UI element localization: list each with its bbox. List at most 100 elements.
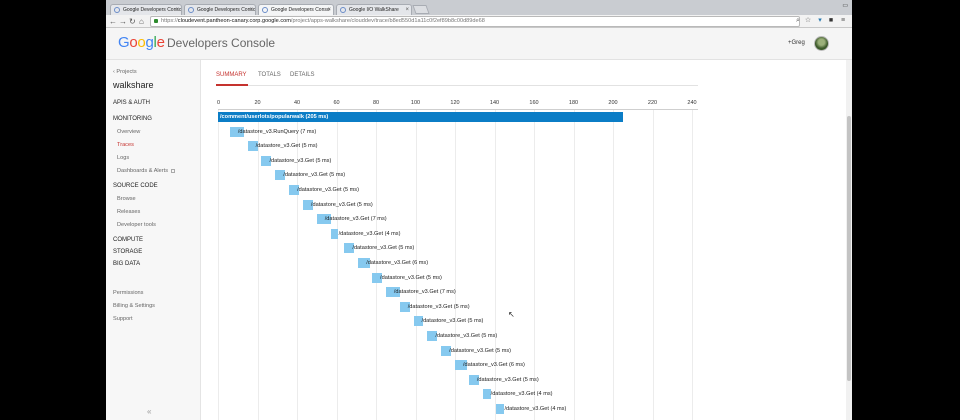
mouse-cursor-icon: ↖ [508,310,515,319]
collapse-sidebar-icon[interactable]: « [147,407,151,416]
span-bar[interactable] [482,389,491,400]
x-tick-label: 120 [450,100,460,106]
search-icon[interactable]: ⌕ [794,17,802,25]
sidebar-item-support[interactable]: Support [113,316,133,322]
sidebar: ‹ Projects walkshare APIS & AUTH MONITOR… [106,60,201,420]
menu-icon[interactable]: ≡ [839,17,847,25]
tab-totals[interactable]: TOTALS [258,72,281,78]
sidebar-item-storage[interactable]: STORAGE [113,249,142,255]
span-label: /datastore_v3.Get (5 ms) [283,172,346,179]
tab-summary[interactable]: SUMMARY [216,72,247,78]
sidebar-item-browse[interactable]: Browse [117,196,136,202]
main-content: SUMMARY TOTALS DETAILS 0 20 40 60 80 100 120 14… [201,60,852,420]
gridline [455,110,456,420]
gridline [494,110,496,420]
sidebar-item-source-code[interactable]: SOURCE CODE [113,183,158,189]
console-header: Google Developers Console +Greg [106,28,852,60]
x-axis-line [218,109,698,110]
span-label: /datastore_v3.Get (7 ms) [324,216,387,223]
x-tick-label: 80 [372,100,380,106]
avatar[interactable] [814,36,829,51]
x-tick-label: 220 [647,100,658,106]
sidebar-item-overview[interactable]: Overview [117,129,140,135]
span-label: /datastore_v3.Get (4 ms) [338,230,401,237]
span-bar[interactable] [330,228,339,239]
trace-timeline-chart: 0 20 40 60 80 100 120 140 160 180 200 220 240/commen… [217,98,698,420]
close-tab-icon[interactable]: × [175,5,179,15]
x-tick-label: 100 [410,100,421,106]
x-tick-label: 160 [529,100,539,106]
external-link-icon [171,168,175,173]
span-label: /datastore_v3.Get (5 ms) [407,303,470,310]
project-name: walkshare [113,80,154,90]
extension-icon[interactable]: ▾ [816,17,824,25]
close-tab-icon[interactable]: × [249,5,253,15]
favicon-icon [114,7,120,13]
gridline [534,110,535,420]
forward-arrow-icon[interactable]: → [119,15,127,28]
browser-tab-label: Google Developers Conso [123,7,182,13]
gridline [573,110,575,420]
address-bar[interactable]: https://cloudevent.pantheon-canary.corp.… [150,16,800,27]
extension-icon-2[interactable]: ■ [827,17,835,25]
sidebar-item-permissions[interactable]: Permissions [113,290,143,296]
span-label: /datastore_v3.Get (5 ms) [297,187,359,193]
new-tab-button[interactable] [412,5,430,14]
page-scrollbar[interactable] [846,60,852,420]
sidebar-item-traces[interactable]: Traces [117,142,134,148]
span-label: /datastore_v3.Get (6 ms) [366,260,429,266]
span-bar[interactable] [496,404,505,414]
sidebar-item-big-data[interactable]: BIG DATA [113,261,140,267]
sidebar-item-releases[interactable]: Releases [117,209,140,215]
span-label: /datastore_v3.Get (5 ms) [380,274,442,281]
sidebar-item-dashboards[interactable]: Dashboards & Alerts [117,168,175,174]
browser-tab-label: Google I/O WalkShare [349,7,399,13]
gridline [652,110,654,420]
span-label: /comment/userlots/popularwalk (205 ms) [220,114,329,120]
x-tick-label: 180 [568,100,579,106]
sidebar-item-compute[interactable]: COMPUTE [113,237,143,243]
gridline [336,110,338,420]
user-name-link[interactable]: +Greg [788,40,805,46]
sidebar-item-monitoring[interactable]: MONITORING [113,116,152,122]
span-label: /datastore_v3.Get (5 ms) [352,245,415,252]
span-label: /datastore_v3.Get (5 ms) [310,201,373,208]
tab-details[interactable]: DETAILS [290,72,315,78]
gridline [692,110,693,420]
gridline [218,110,219,420]
span-label: /datastore_v3.RunQuery (7 ms) [237,128,317,135]
sidebar-item-label: Dashboards & Alerts [117,168,168,174]
google-logo[interactable]: Google [118,34,165,51]
span-label: /datastore_v3.Get (5 ms) [435,333,498,339]
browser-tab-strip: Google Developers Conso × Google Develop… [106,0,852,15]
sidebar-item-developer-tools[interactable]: Developer tools [117,222,156,228]
sidebar-item-billing[interactable]: Billing & Settings [113,303,155,309]
url-path: /project/apps-walkshare/clouddev/trace/b… [290,18,485,24]
back-arrow-icon[interactable]: ← [109,15,117,28]
close-tab-icon[interactable]: × [327,5,331,15]
browser-tab-label: Google Developers Conso [271,7,330,13]
browser-tab-4[interactable]: Google I/O WalkShare × [336,4,412,15]
star-icon[interactable]: ☆ [804,17,812,25]
tab-divider [216,85,698,86]
url-scheme: https:// [161,18,178,24]
x-tick-label: 20 [254,100,261,106]
close-tab-icon[interactable]: × [405,5,409,15]
sidebar-projects-link[interactable]: ‹ Projects [113,69,137,75]
browser-tab-2[interactable]: Google Developers Conso × [184,4,256,15]
span-label: /datastore_v3.Get (5 ms) [421,318,484,325]
browser-tab-3[interactable]: Google Developers Conso × [258,4,334,15]
scrollbar-thumb[interactable] [847,116,851,381]
browser-tab-1[interactable]: Google Developers Conso × [110,4,182,15]
span-label: /datastore_v3.Get (5 ms) [269,157,332,164]
reload-icon[interactable]: ↻ [129,15,136,28]
home-icon[interactable]: ⌂ [139,15,144,28]
sidebar-item-logs[interactable]: Logs [117,155,129,161]
favicon-icon [340,7,346,13]
span-label: /datastore_v3.Get (5 ms) [476,376,539,383]
sidebar-item-apis-auth[interactable]: APIS & AUTH [113,100,150,106]
x-tick-label: 200 [608,100,618,106]
window-controls-icon[interactable]: ▭ [842,2,848,9]
span-label: /datastore_v3.Get (5 ms) [255,143,318,150]
x-tick-label: 40 [293,100,301,106]
